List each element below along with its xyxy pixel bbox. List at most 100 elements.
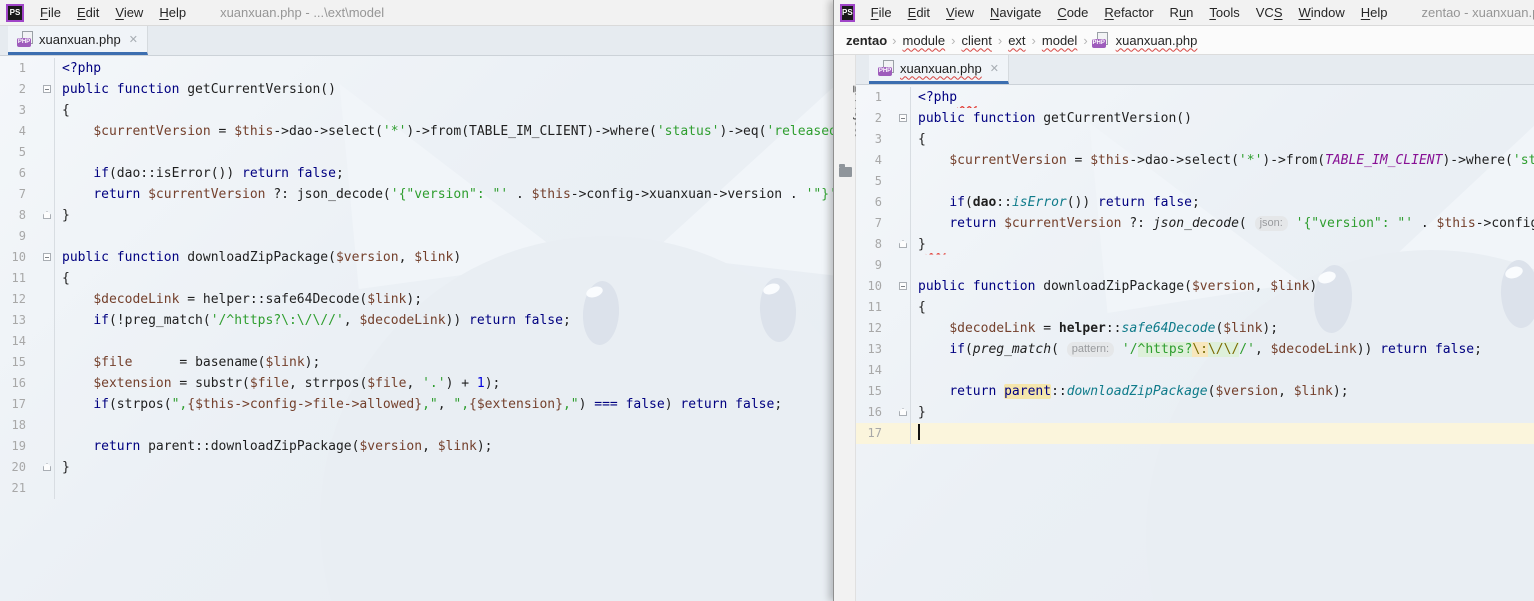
breadcrumb-item-zentao[interactable]: zentao bbox=[846, 33, 887, 48]
code-line-12[interactable]: 12 $decodeLink = helper::safe64Decode($l… bbox=[0, 289, 833, 310]
menu-run[interactable]: Run bbox=[1162, 0, 1202, 26]
code-line-17[interactable]: 17 if(strpos(",{$this->config->file->all… bbox=[0, 394, 833, 415]
code-line-1[interactable]: 1<?php bbox=[0, 58, 833, 79]
code-line-6[interactable]: 6 if(dao::isError()) return false; bbox=[0, 163, 833, 184]
fold-end-icon[interactable] bbox=[899, 408, 907, 416]
code-line-9[interactable]: 9 bbox=[0, 226, 833, 247]
code-line-5[interactable]: 5 bbox=[0, 142, 833, 163]
breadcrumb-item-ext[interactable]: ext bbox=[1008, 33, 1025, 48]
line-number: 15 bbox=[2, 352, 26, 373]
menu-edit[interactable]: Edit bbox=[69, 0, 107, 26]
code-text: if(strpos(",{$this->config->file->allowe… bbox=[55, 394, 833, 415]
code-line-11[interactable]: 11{ bbox=[0, 268, 833, 289]
code-line-8[interactable]: 8} bbox=[856, 234, 1534, 255]
code-line-7[interactable]: 7 return $currentVersion ?: json_decode(… bbox=[856, 213, 1534, 234]
code-line-19[interactable]: 19 return parent::downloadZipPackage($ve… bbox=[0, 436, 833, 457]
tab-label: xuanxuan.php bbox=[39, 32, 121, 47]
code-text: $currentVersion = $this->dao->select('*'… bbox=[55, 121, 833, 142]
line-number: 6 bbox=[2, 163, 26, 184]
code-line-20[interactable]: 20} bbox=[0, 457, 833, 478]
code-line-5[interactable]: 5 bbox=[856, 171, 1534, 192]
tab-xuanxuan-php[interactable]: PHP xuanxuan.php ✕ bbox=[869, 55, 1009, 84]
gutter: 3 bbox=[856, 129, 911, 150]
php-file-icon: PHP bbox=[878, 60, 895, 76]
gutter: 16 bbox=[0, 373, 55, 394]
line-number: 14 bbox=[858, 360, 882, 381]
menu-window[interactable]: Window bbox=[1291, 0, 1353, 26]
code-line-18[interactable]: 18 bbox=[0, 415, 833, 436]
breadcrumb-item-xuanxuan-php[interactable]: xuanxuan.php bbox=[1116, 33, 1198, 48]
menu-view[interactable]: View bbox=[107, 0, 151, 26]
breadcrumb-item-module[interactable]: module bbox=[903, 33, 946, 48]
fold-end-icon[interactable] bbox=[43, 211, 51, 219]
menu-vcs[interactable]: VCS bbox=[1248, 0, 1291, 26]
code-line-4[interactable]: 4 $currentVersion = $this->dao->select('… bbox=[0, 121, 833, 142]
code-line-10[interactable]: 10public function downloadZipPackage($ve… bbox=[856, 276, 1534, 297]
code-line-7[interactable]: 7 return $currentVersion ?: json_decode(… bbox=[0, 184, 833, 205]
gutter: 12 bbox=[0, 289, 55, 310]
code-line-14[interactable]: 14 bbox=[856, 360, 1534, 381]
fold-end-icon[interactable] bbox=[899, 240, 907, 248]
menu-help[interactable]: Help bbox=[151, 0, 194, 26]
code-text bbox=[55, 478, 833, 499]
code-line-8[interactable]: 8} bbox=[0, 205, 833, 226]
code-line-4[interactable]: 4 $currentVersion = $this->dao->select('… bbox=[856, 150, 1534, 171]
tab-close-icon[interactable]: ✕ bbox=[129, 33, 138, 46]
tab-close-icon[interactable]: ✕ bbox=[990, 62, 999, 75]
code-line-14[interactable]: 14 bbox=[0, 331, 833, 352]
code-line-9[interactable]: 9 bbox=[856, 255, 1534, 276]
menu-file[interactable]: File bbox=[32, 0, 69, 26]
menu-edit[interactable]: Edit bbox=[900, 0, 938, 26]
fold-start-icon[interactable] bbox=[899, 114, 907, 122]
code-line-10[interactable]: 10public function downloadZipPackage($ve… bbox=[0, 247, 833, 268]
code-line-6[interactable]: 6 if(dao::isError()) return false; bbox=[856, 192, 1534, 213]
gutter: 5 bbox=[856, 171, 911, 192]
line-number: 9 bbox=[2, 226, 26, 247]
window-title: xuanxuan.php - ...\ext\model bbox=[220, 5, 384, 20]
code-line-16[interactable]: 16 $extension = substr($file, strrpos($f… bbox=[0, 373, 833, 394]
breadcrumb-item-model[interactable]: model bbox=[1042, 33, 1077, 48]
breadcrumb-item-client[interactable]: client bbox=[962, 33, 992, 48]
code-line-1[interactable]: 1<?php bbox=[856, 87, 1534, 108]
code-line-13[interactable]: 13 if(!preg_match('/^https?\:\/\//', $de… bbox=[0, 310, 833, 331]
editor-area[interactable]: 1<?php2public function getCurrentVersion… bbox=[0, 56, 833, 601]
code-text: { bbox=[55, 268, 833, 289]
code-line-15[interactable]: 15 return parent::downloadZipPackage($ve… bbox=[856, 381, 1534, 402]
menu-file[interactable]: File bbox=[863, 0, 900, 26]
gutter: 17 bbox=[856, 423, 911, 444]
editor-area[interactable]: 1<?php 2public function getCurrentVersio… bbox=[856, 85, 1534, 601]
code-line-11[interactable]: 11{ bbox=[856, 297, 1534, 318]
menu-help[interactable]: Help bbox=[1353, 0, 1396, 26]
code-line-2[interactable]: 2public function getCurrentVersion() bbox=[0, 79, 833, 100]
gutter: 20 bbox=[0, 457, 55, 478]
tool-window-stripe: 1: Project bbox=[834, 55, 856, 601]
code-line-3[interactable]: 3{ bbox=[0, 100, 833, 121]
line-number: 17 bbox=[858, 423, 882, 444]
tab-xuanxuan-php[interactable]: PHP xuanxuan.php ✕ bbox=[8, 26, 148, 55]
code-line-21[interactable]: 21 bbox=[0, 478, 833, 499]
menu-tools[interactable]: Tools bbox=[1201, 0, 1247, 26]
gutter: 19 bbox=[0, 436, 55, 457]
code-line-2[interactable]: 2public function getCurrentVersion() bbox=[856, 108, 1534, 129]
menu-view[interactable]: View bbox=[938, 0, 982, 26]
gutter: 16 bbox=[856, 402, 911, 423]
code-line-13[interactable]: 13 if(preg_match( pattern: '/^https?\:\/… bbox=[856, 339, 1534, 360]
gutter: 8 bbox=[0, 205, 55, 226]
menu-code[interactable]: Code bbox=[1049, 0, 1096, 26]
fold-start-icon[interactable] bbox=[899, 282, 907, 290]
gutter: 1 bbox=[856, 87, 911, 108]
fold-end-icon[interactable] bbox=[43, 463, 51, 471]
fold-start-icon[interactable] bbox=[43, 253, 51, 261]
code-line-12[interactable]: 12 $decodeLink = helper::safe64Decode($l… bbox=[856, 318, 1534, 339]
line-number: 18 bbox=[2, 415, 26, 436]
code-line-16[interactable]: 16} bbox=[856, 402, 1534, 423]
line-number: 12 bbox=[858, 318, 882, 339]
project-tool-window-button[interactable]: 1: Project bbox=[834, 61, 856, 177]
code-line-17[interactable]: 17 bbox=[856, 423, 1534, 444]
menu-refactor[interactable]: Refactor bbox=[1096, 0, 1161, 26]
fold-start-icon[interactable] bbox=[43, 85, 51, 93]
gutter: 5 bbox=[0, 142, 55, 163]
code-line-3[interactable]: 3{ bbox=[856, 129, 1534, 150]
menu-navigate[interactable]: Navigate bbox=[982, 0, 1049, 26]
code-line-15[interactable]: 15 $file = basename($link); bbox=[0, 352, 833, 373]
